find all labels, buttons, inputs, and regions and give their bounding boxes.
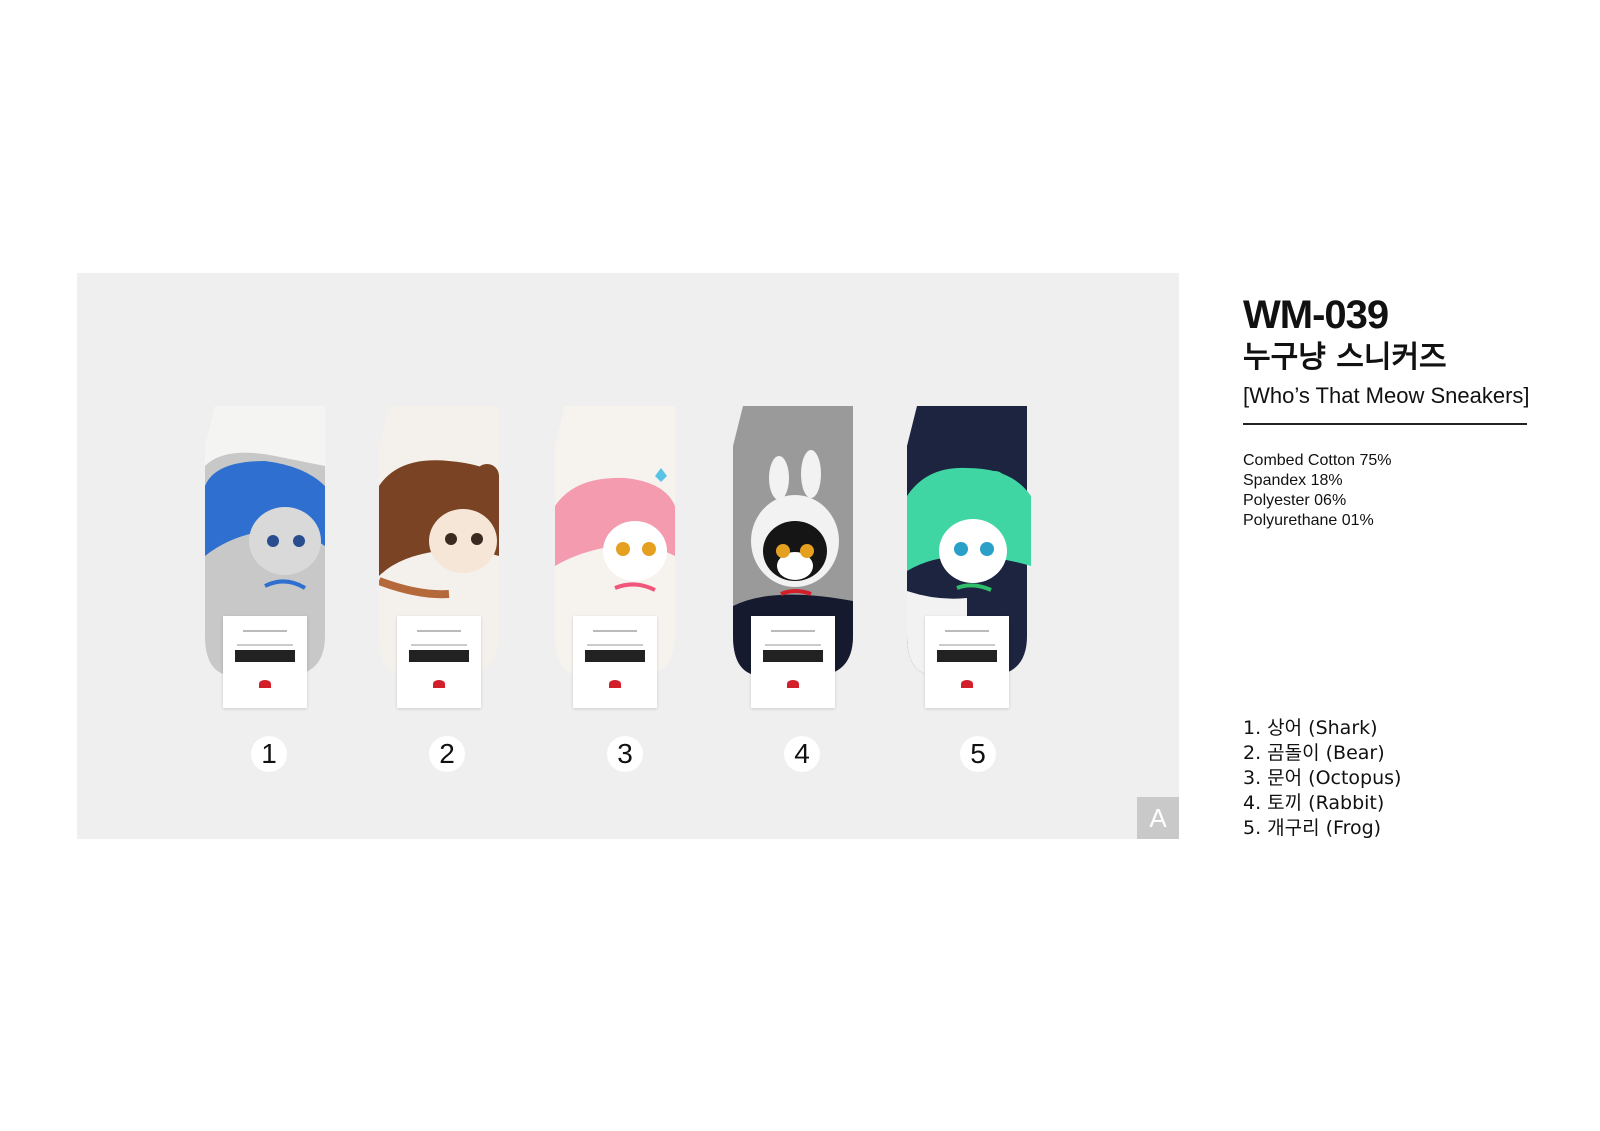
variant-number-3: 3: [607, 736, 643, 772]
variant-item: 3. 문어 (Octopus): [1243, 767, 1402, 789]
product-code: WM-039: [1243, 293, 1389, 337]
divider: [1243, 423, 1527, 425]
product-info: WM-039 누구냥 스니커즈 [Who’s That Meow Sneaker…: [1243, 293, 1583, 531]
brand-tag: [397, 616, 481, 708]
variant-number-1: 1: [251, 736, 287, 772]
product-name-english: [Who’s That Meow Sneakers]: [1243, 383, 1530, 408]
sock-shark: [205, 406, 329, 708]
variant-number-2: 2: [429, 736, 465, 772]
variant-item: 4. 토끼 (Rabbit): [1243, 792, 1385, 814]
sock-bear: [379, 406, 503, 708]
material-item: Combed Cotton 75%: [1243, 452, 1392, 469]
watermark-badge: A: [1137, 797, 1179, 839]
variant-item: 2. 곰돌이 (Bear): [1243, 742, 1385, 764]
product-name-korean: 누구냥 스니커즈: [1243, 340, 1447, 375]
variant-item: 5. 개구리 (Frog): [1243, 817, 1382, 839]
sock-octopus: [555, 406, 679, 708]
sock-frog: [907, 406, 1031, 708]
material-item: Polyurethane 01%: [1243, 512, 1374, 529]
variant-number-5: 5: [960, 736, 996, 772]
variant-list: 1. 상어 (Shark) 2. 곰돌이 (Bear) 3. 문어 (Octop…: [1243, 716, 1401, 841]
material-item: Polyester 06%: [1243, 492, 1347, 509]
product-photo: 1 2 3 4 5 A: [77, 273, 1179, 839]
brand-tag: [573, 616, 657, 708]
brand-tag: [751, 616, 835, 708]
sock-rabbit: [733, 406, 857, 708]
materials-list: Combed Cotton 75% Spandex 18% Polyester …: [1243, 451, 1583, 531]
brand-tag: [223, 616, 307, 708]
variant-number-4: 4: [784, 736, 820, 772]
material-item: Spandex 18%: [1243, 472, 1343, 489]
brand-tag: [925, 616, 1009, 708]
variant-item: 1. 상어 (Shark): [1243, 717, 1378, 739]
